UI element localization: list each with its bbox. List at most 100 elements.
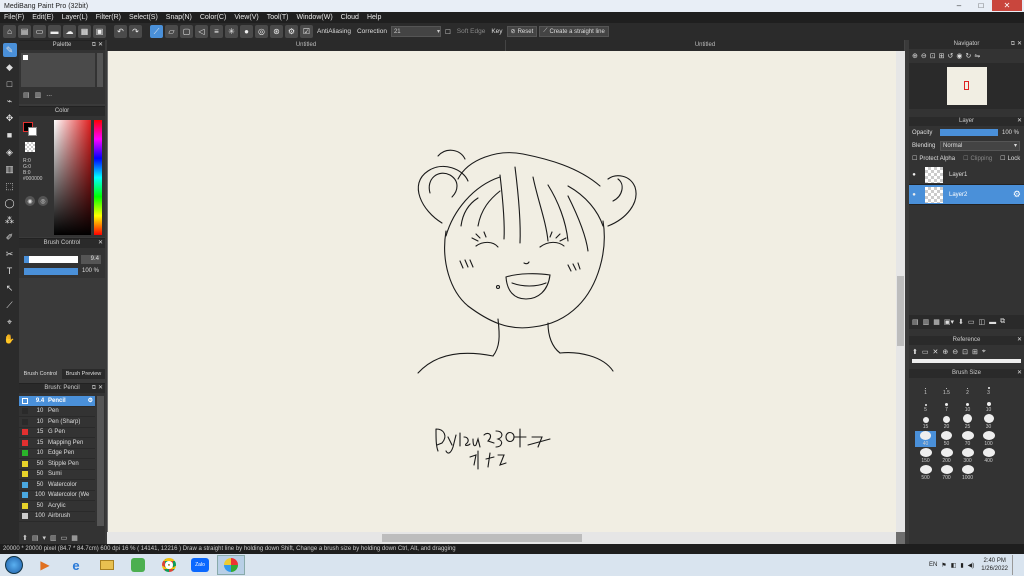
select-tool-icon[interactable]: ⌁ <box>3 94 17 108</box>
reference-close-icon[interactable]: ✕ <box>933 348 939 356</box>
brush-size-option[interactable]: 30 <box>978 414 999 430</box>
reference-fit-icon[interactable]: ⊡ <box>962 348 968 356</box>
palette-swatches[interactable] <box>21 53 95 87</box>
tray-icon[interactable]: ⚑ <box>941 562 946 569</box>
select-pen-tool-icon[interactable]: ✐ <box>3 230 17 244</box>
reference-zoom-in-icon[interactable]: ⊕ <box>942 348 948 356</box>
brush-item-watercolor[interactable]: 50 Watercolor <box>19 480 95 491</box>
canvas-horizontal-scrollbar[interactable] <box>107 532 896 544</box>
brush-size-option[interactable]: 150 <box>915 448 936 464</box>
close-icon[interactable]: ✕ <box>98 41 103 50</box>
hand-tool-icon[interactable]: ✋ <box>3 332 17 346</box>
brush-size-option[interactable]: 100 <box>978 431 999 447</box>
delete-brush-icon[interactable]: ▦ <box>71 534 78 542</box>
scrollbar-thumb[interactable] <box>382 534 582 542</box>
reference-zoom-out-icon[interactable]: ⊖ <box>952 348 958 356</box>
scrollbar-thumb[interactable] <box>897 276 904 346</box>
volume-icon[interactable]: ◀) <box>968 562 975 569</box>
tray-icon[interactable]: ◧ <box>951 562 957 569</box>
brush-size-option[interactable]: 20 <box>936 414 957 430</box>
cloud-icon[interactable]: ☁ <box>63 25 76 38</box>
new-layer-folder-icon[interactable]: ▥ <box>923 318 930 326</box>
add-brush-icon[interactable]: ⬆ <box>22 534 28 542</box>
flip-icon[interactable]: ⇋ <box>974 52 980 60</box>
minimize-button[interactable]: – <box>948 0 970 11</box>
brush-size-option[interactable]: 200 <box>936 448 957 464</box>
zoom-in-icon[interactable]: ⊕ <box>912 52 918 60</box>
background-color[interactable] <box>28 127 37 136</box>
select-eraser-tool-icon[interactable]: ✂ <box>3 247 17 261</box>
import-brush-icon[interactable]: ▥ <box>50 534 57 542</box>
soft-edge-checkbox[interactable]: ☐ <box>443 28 453 36</box>
dot-tool-icon[interactable]: □ <box>3 77 17 91</box>
brush-size-option[interactable]: 10 <box>957 397 978 413</box>
antialiasing-checkbox[interactable]: ☑ <box>300 25 313 38</box>
brush-item-pen-sharp[interactable]: 10 Pen (Sharp) <box>19 417 95 428</box>
reference-eyedropper-icon[interactable]: ⌖ <box>982 348 986 356</box>
fit-icon[interactable]: ⊡ <box>930 52 936 60</box>
menu-view[interactable]: View(V) <box>230 14 262 21</box>
blending-select[interactable]: Normal ▾ <box>940 140 1020 151</box>
new-file-icon[interactable]: ▤ <box>18 25 31 38</box>
canvas-vertical-scrollbar[interactable] <box>896 51 905 532</box>
divide-tool-icon[interactable]: ⟋ <box>3 298 17 312</box>
parallel-line-icon[interactable]: ≡ <box>210 25 223 38</box>
close-icon[interactable]: ✕ <box>98 239 103 248</box>
brush-size-option[interactable]: 1 <box>915 380 936 396</box>
taskbar-media-player[interactable]: ▶ <box>31 555 59 575</box>
brush-size-value[interactable]: 9.4 <box>81 255 101 264</box>
taskbar-ie[interactable]: e <box>62 555 90 575</box>
rotate-left-icon[interactable]: ↺ <box>948 52 954 60</box>
reference-actual-icon[interactable]: ⊞ <box>972 348 978 356</box>
menu-layer[interactable]: Layer(L) <box>58 14 92 21</box>
brush-size-option[interactable]: 7 <box>936 397 957 413</box>
grid-icon[interactable]: ▣ <box>93 25 106 38</box>
start-button[interactable] <box>0 555 28 575</box>
brush-item-mapping-pen[interactable]: 15 Mapping Pen <box>19 438 95 449</box>
palette-swatch[interactable] <box>23 55 28 60</box>
close-icon[interactable]: ✕ <box>1017 117 1022 126</box>
ruler-icon[interactable]: ▱ <box>165 25 178 38</box>
brush-size-option[interactable]: 1.5 <box>936 380 957 396</box>
export-icon[interactable]: ▦ <box>78 25 91 38</box>
circle-ruler-icon[interactable]: ● <box>240 25 253 38</box>
reference-open-icon[interactable]: ▭ <box>922 348 929 356</box>
brush-size-option[interactable]: 5 <box>915 397 936 413</box>
tab-brush-control[interactable]: Brush Control <box>19 369 62 379</box>
taskbar-zalo[interactable]: Zalo <box>186 555 214 575</box>
operation-tool-icon[interactable]: ↖ <box>3 281 17 295</box>
menu-cloud[interactable]: Cloud <box>337 14 363 21</box>
brush-size-option[interactable]: 300 <box>957 448 978 464</box>
layer-row-layer2[interactable]: ● Layer2 ⚙ <box>909 185 1024 205</box>
radial-icon[interactable]: ✳ <box>225 25 238 38</box>
brush-size-option[interactable]: 10 <box>978 397 999 413</box>
taskbar-chrome[interactable] <box>155 555 183 575</box>
create-straight-line-button[interactable]: ⟋ Create a straight line <box>539 26 609 37</box>
brush-size-slider[interactable] <box>24 256 78 263</box>
brush-size-option[interactable]: 1000 <box>957 465 978 481</box>
navigator-viewport[interactable] <box>964 81 969 90</box>
menu-select[interactable]: Select(S) <box>125 14 162 21</box>
gear-icon[interactable]: ⚙ <box>88 397 95 404</box>
dock-icon[interactable]: ⧉ <box>92 384 96 393</box>
visibility-icon[interactable]: ● <box>909 192 919 198</box>
brush-item-g-pen[interactable]: 15 G Pen <box>19 428 95 438</box>
move-tool-icon[interactable]: ✥ <box>3 111 17 125</box>
marquee-tool-icon[interactable]: ⬚ <box>3 179 17 193</box>
palette-scrollbar[interactable] <box>97 53 103 87</box>
layer-opacity-slider[interactable] <box>940 129 998 136</box>
reference-home-icon[interactable]: ⬆ <box>912 348 918 356</box>
lock-checkbox[interactable]: ☐ <box>1000 155 1005 162</box>
text-tool-icon[interactable]: T <box>3 264 17 278</box>
color-wheel-icon[interactable]: ◉ <box>25 196 35 206</box>
new-layer-icon[interactable]: ▤ <box>912 318 919 326</box>
brush-item-acrylic[interactable]: 50 Acrylic <box>19 501 95 512</box>
rotate-right-icon[interactable]: ↻ <box>965 52 971 60</box>
reset-rotation-icon[interactable]: ◉ <box>956 52 962 60</box>
close-icon[interactable]: ✕ <box>1017 40 1022 49</box>
actual-size-icon[interactable]: ⊞ <box>939 52 945 60</box>
delete-layer-icon[interactable]: ▭ <box>968 318 975 326</box>
clock[interactable]: 2:40 PM 1/26/2022 <box>981 557 1008 573</box>
brush-size-option[interactable]: 3 <box>978 380 999 396</box>
menu-window[interactable]: Window(W) <box>292 14 336 21</box>
